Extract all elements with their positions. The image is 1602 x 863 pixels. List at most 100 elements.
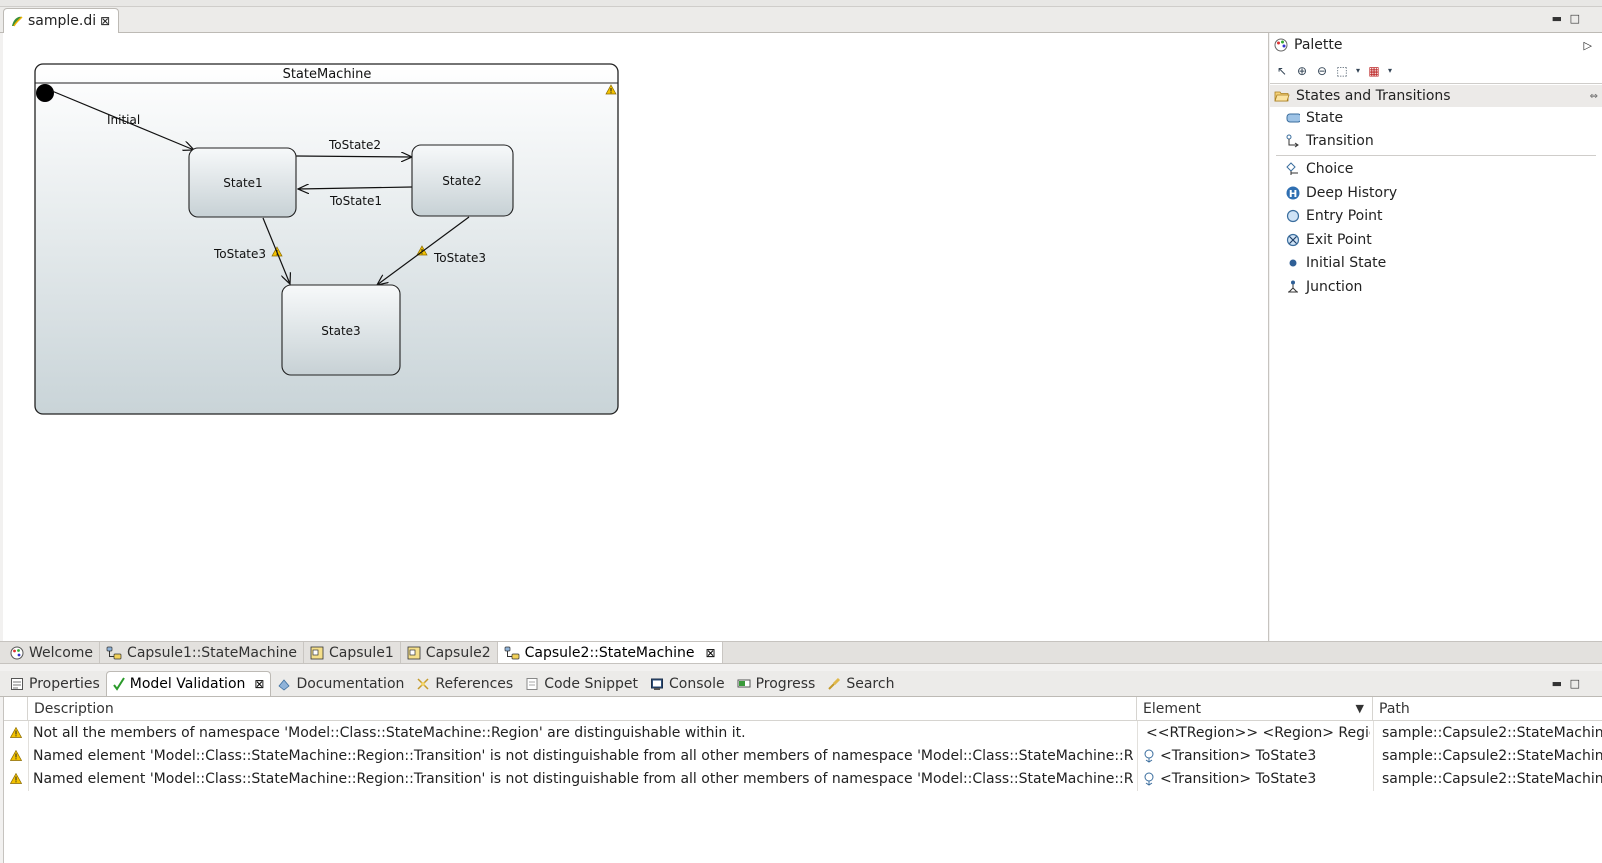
diagram-canvas[interactable]: StateMachine Initial ToState2 ToState1 T… — [3, 33, 1269, 641]
divider — [1276, 155, 1596, 156]
views-tab-bar: Properties Model Validation ⊠ Documentat… — [0, 671, 1602, 697]
close-icon[interactable]: ⊠ — [706, 646, 716, 660]
transition-label-s1-to-s3: ToState3 — [213, 247, 266, 261]
palette-item-label: Initial State — [1306, 255, 1387, 271]
zoom-out-icon[interactable]: ⊖ — [1314, 63, 1330, 79]
state-label: State2 — [442, 174, 481, 188]
page-tab-capsule1[interactable]: Capsule1 — [304, 642, 401, 663]
view-tab-label: References — [435, 675, 514, 692]
view-tab-model-validation[interactable]: Model Validation ⊠ — [105, 671, 272, 696]
palette-item-initial-state[interactable]: Initial State — [1286, 252, 1386, 274]
row-element: <<RTRegion>> <Region> Region — [1142, 721, 1370, 744]
palette-item-choice[interactable]: Choice — [1286, 158, 1353, 180]
column-label: Element — [1143, 700, 1201, 717]
palette-collapse-icon[interactable]: ▷ — [1584, 39, 1592, 52]
close-icon[interactable]: ⊠ — [100, 14, 110, 28]
palette-panel: Palette ▷ ↖ ⊕ ⊖ ⬚ ▾ ▦ ▾ States and Trans… — [1270, 33, 1602, 641]
editor-tab-label: sample.di — [28, 13, 97, 29]
chevron-down-icon[interactable]: ▾ — [1386, 63, 1394, 79]
transition-icon — [1286, 134, 1299, 148]
row-path-text: sample::Capsule2::StateMachine — [1382, 747, 1602, 764]
search-icon — [828, 677, 841, 690]
row-element-text: <Transition> ToState3 — [1160, 747, 1317, 764]
view-tab-code-snippet[interactable]: Code Snippet — [519, 671, 644, 696]
palette-item-entry-point[interactable]: Entry Point — [1286, 205, 1382, 227]
palette-item-exit-point[interactable]: Exit Point — [1286, 229, 1372, 251]
row-path: sample::Capsule2::StateMachine — [1378, 744, 1602, 767]
chevron-down-icon[interactable]: ▾ — [1354, 63, 1362, 79]
palette-drawer-states-and-transitions[interactable]: States and Transitions ⇔ — [1270, 85, 1602, 107]
table-row[interactable]: Named element 'Model::Class::StateMachin… — [4, 767, 1602, 790]
view-tab-label: Console — [669, 675, 725, 692]
initial-state-icon — [1289, 259, 1297, 267]
palette-title: Palette — [1294, 37, 1343, 53]
console-icon — [651, 678, 664, 690]
table-header-description[interactable]: Description — [28, 697, 1137, 721]
folder-open-icon — [1274, 91, 1290, 102]
filter-icon[interactable]: ▦ — [1366, 63, 1382, 79]
view-tab-label: Search — [846, 675, 895, 692]
table-header-severity[interactable] — [4, 697, 28, 721]
view-tab-progress[interactable]: Progress — [731, 671, 822, 696]
view-tab-search[interactable]: Search — [821, 671, 900, 696]
transition-label-to-state2: ToState2 — [328, 138, 381, 152]
marquee-select-icon[interactable]: ⬚ — [1334, 63, 1350, 79]
initial-pseudostate[interactable] — [36, 84, 54, 102]
palette-item-junction[interactable]: Junction — [1286, 276, 1362, 298]
references-icon — [417, 677, 429, 690]
palette-item-state[interactable]: State — [1286, 107, 1343, 129]
page-tab-welcome[interactable]: Welcome — [4, 642, 101, 663]
zoom-in-icon[interactable]: ⊕ — [1294, 63, 1310, 79]
state-machine-icon — [504, 646, 519, 659]
table-header-element[interactable]: Element ▼ — [1137, 697, 1373, 721]
maximize-icon: □ — [1569, 12, 1580, 25]
state-label: State1 — [223, 176, 262, 190]
code-snippet-icon — [526, 677, 538, 690]
row-element: <Transition> ToState3 — [1142, 767, 1370, 790]
view-tab-references[interactable]: References — [410, 671, 519, 696]
page-tab-label: Capsule1::StateMachine — [127, 644, 297, 661]
page-tab-capsule2[interactable]: Capsule2 — [401, 642, 498, 663]
transition-label-initial: Initial — [107, 113, 140, 127]
page-tab-label: Capsule2 — [425, 644, 491, 661]
view-tab-documentation[interactable]: Documentation — [271, 671, 410, 696]
table-row[interactable]: Named element 'Model::Class::StateMachin… — [4, 744, 1602, 767]
page-tab-label: Capsule2::StateMachine — [524, 644, 695, 661]
palette-item-transition[interactable]: Transition — [1286, 130, 1374, 152]
sort-descending-icon[interactable]: ▼ — [1356, 702, 1364, 715]
view-tab-properties[interactable]: Properties — [4, 671, 106, 696]
table-row[interactable]: Not all the members of namespace 'Model:… — [4, 721, 1602, 744]
deep-history-icon: H — [1286, 186, 1300, 200]
row-description: Named element 'Model::Class::StateMachin… — [33, 770, 1133, 787]
progress-icon — [737, 679, 751, 687]
row-path: sample::Capsule2::StateMachine — [1378, 721, 1602, 744]
table-header-path[interactable]: Path — [1373, 697, 1602, 721]
transition-label-to-state1: ToState1 — [329, 194, 382, 208]
maximize-button[interactable]: □ — [1570, 10, 1580, 26]
papyrus-file-icon — [12, 16, 23, 27]
capsule-icon — [310, 646, 324, 659]
view-tab-console[interactable]: Console — [644, 671, 731, 696]
maximize-button[interactable]: □ — [1570, 675, 1580, 691]
palette-item-label: Deep History — [1306, 185, 1398, 201]
transition-label-s2-to-s3: ToState3 — [433, 251, 486, 265]
state-machine-title: StateMachine — [283, 67, 372, 82]
select-pointer-icon[interactable]: ↖ — [1274, 63, 1290, 79]
editor-tab-sample-di[interactable]: sample.di ⊠ — [3, 8, 120, 33]
palette-item-label: Junction — [1306, 279, 1363, 295]
capsule-icon — [407, 646, 421, 659]
minimize-button[interactable]: ▬ — [1552, 10, 1562, 26]
page-tab-label: Capsule1 — [328, 644, 394, 661]
pin-icon[interactable]: ⇔ — [1590, 91, 1598, 102]
window-top-strip — [0, 0, 1602, 7]
page-tab-capsule2-statemachine[interactable]: Capsule2::StateMachine ⊠ — [497, 642, 723, 663]
welcome-icon — [10, 646, 24, 659]
minimize-button[interactable]: ▬ — [1552, 675, 1562, 691]
page-tab-capsule1-statemachine[interactable]: Capsule1::StateMachine — [100, 642, 304, 663]
palette-item-deep-history[interactable]: H Deep History — [1286, 182, 1397, 204]
svg-text:H: H — [1289, 189, 1297, 200]
row-element-text: <<RTRegion>> <Region> Region — [1146, 724, 1370, 741]
minimize-icon: ▬ — [1551, 677, 1562, 690]
close-icon[interactable]: ⊠ — [254, 677, 264, 691]
row-path-text: sample::Capsule2::StateMachine — [1382, 724, 1602, 741]
